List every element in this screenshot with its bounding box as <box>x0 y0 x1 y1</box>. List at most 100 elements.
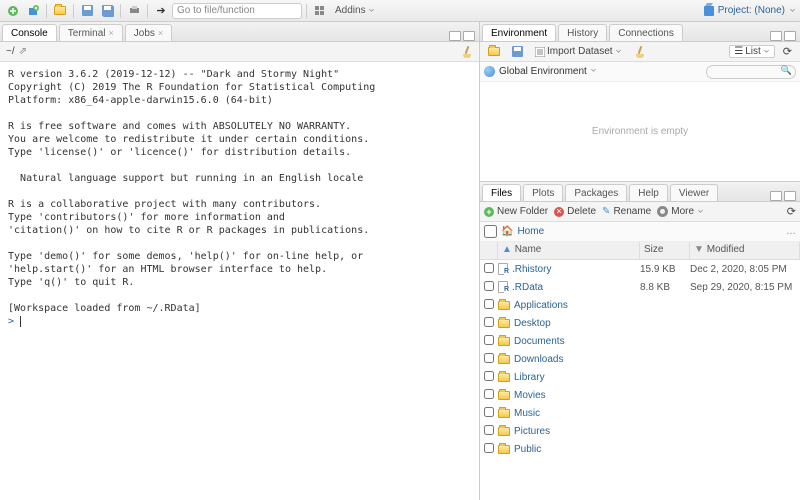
grid-icon[interactable] <box>311 3 329 19</box>
breadcrumb-home[interactable]: Home <box>517 226 544 237</box>
save-workspace-icon[interactable] <box>508 45 527 58</box>
file-name[interactable]: .RData <box>498 281 640 293</box>
goto-input[interactable]: Go to file/function <box>172 3 302 19</box>
file-checkbox[interactable] <box>484 443 494 453</box>
tab-console[interactable]: Console <box>2 24 57 41</box>
save-icon[interactable] <box>78 3 96 19</box>
minimize-pane-icon[interactable] <box>449 31 461 41</box>
print-icon[interactable] <box>125 3 143 19</box>
rename-button[interactable]: ✎Rename <box>602 206 651 217</box>
folder-icon <box>498 445 510 454</box>
save-all-icon[interactable] <box>98 3 116 19</box>
file-checkbox[interactable] <box>484 263 494 273</box>
files-toolbar: +New Folder ✕Delete ✎Rename More ⟳ <box>480 202 800 222</box>
file-name[interactable]: Applications <box>498 300 640 311</box>
more-button[interactable]: More <box>657 206 704 217</box>
env-empty-message: Environment is empty <box>480 82 800 181</box>
tab-environment[interactable]: Environment <box>482 24 556 41</box>
file-name[interactable]: Pictures <box>498 426 640 437</box>
file-name[interactable]: Desktop <box>498 318 640 329</box>
tab-plots[interactable]: Plots <box>523 184 563 201</box>
new-file-icon[interactable] <box>4 3 22 19</box>
file-row: Applications <box>480 296 800 314</box>
close-icon[interactable]: × <box>158 28 163 38</box>
file-row: .Rhistory15.9 KBDec 2, 2020, 8:05 PM <box>480 260 800 278</box>
file-checkbox[interactable] <box>484 425 494 435</box>
tab-viewer[interactable]: Viewer <box>670 184 718 201</box>
file-row: Library <box>480 368 800 386</box>
folder-icon <box>498 373 510 382</box>
goto-icon[interactable]: ➔ <box>152 3 170 19</box>
tab-packages[interactable]: Packages <box>565 184 627 201</box>
file-checkbox[interactable] <box>484 371 494 381</box>
open-file-icon[interactable] <box>51 3 69 19</box>
tab-files[interactable]: Files <box>482 184 521 201</box>
folder-icon <box>498 337 510 346</box>
delete-button[interactable]: ✕Delete <box>554 206 596 217</box>
new-project-icon[interactable] <box>24 3 42 19</box>
file-row: Pictures <box>480 422 800 440</box>
project-menu[interactable]: Project: (None) <box>704 5 796 16</box>
load-workspace-icon[interactable] <box>484 46 504 57</box>
addins-menu[interactable]: Addins <box>331 5 379 16</box>
tab-help[interactable]: Help <box>629 184 668 201</box>
more-path-icon[interactable]: … <box>786 226 796 237</box>
list-view-button[interactable]: ☰ List <box>729 45 775 58</box>
maximize-pane-icon[interactable] <box>463 31 475 41</box>
new-folder-button[interactable]: +New Folder <box>484 206 548 217</box>
env-toolbar: Import Dataset ☰ List ⟳ <box>480 42 800 62</box>
files-breadcrumb: 🏠 Home … <box>480 222 800 242</box>
select-all-checkbox[interactable] <box>484 225 497 238</box>
maximize-pane-icon[interactable] <box>784 31 796 41</box>
file-name[interactable]: Music <box>498 408 640 419</box>
file-row: Documents <box>480 332 800 350</box>
up-arrow-icon[interactable]: ▲ <box>502 244 512 255</box>
goto-placeholder: Go to file/function <box>177 5 255 16</box>
refresh-icon[interactable]: ⟳ <box>787 205 796 218</box>
file-name[interactable]: Downloads <box>498 354 640 365</box>
folder-icon <box>498 427 510 436</box>
console-path[interactable]: ~/ <box>6 46 15 57</box>
file-checkbox[interactable] <box>484 317 494 327</box>
tab-terminal[interactable]: Terminal× <box>59 24 123 41</box>
home-icon[interactable]: 🏠 <box>501 226 513 237</box>
env-search-input[interactable] <box>706 65 796 79</box>
file-row: .RData8.8 KBSep 29, 2020, 8:15 PM <box>480 278 800 296</box>
file-checkbox[interactable] <box>484 407 494 417</box>
file-name[interactable]: .Rhistory <box>498 263 640 275</box>
file-row: Public <box>480 440 800 458</box>
minimize-pane-icon[interactable] <box>770 31 782 41</box>
folder-icon <box>498 301 510 310</box>
console-output[interactable]: R version 3.6.2 (2019-12-12) -- "Dark an… <box>0 62 479 500</box>
file-checkbox[interactable] <box>484 353 494 363</box>
tab-connections[interactable]: Connections <box>609 24 683 41</box>
tab-jobs[interactable]: Jobs× <box>125 24 172 41</box>
maximize-pane-icon[interactable] <box>784 191 796 201</box>
popout-icon[interactable]: ⇗ <box>19 46 27 57</box>
file-name[interactable]: Library <box>498 372 640 383</box>
minimize-pane-icon[interactable] <box>770 191 782 201</box>
file-name[interactable]: Documents <box>498 336 640 347</box>
file-name[interactable]: Public <box>498 444 640 455</box>
clear-console-icon[interactable] <box>461 46 473 58</box>
import-dataset-button[interactable]: Import Dataset <box>531 45 626 58</box>
env-tabs: Environment History Connections <box>480 22 800 42</box>
file-modified: Sep 29, 2020, 8:15 PM <box>690 282 800 293</box>
file-checkbox[interactable] <box>484 299 494 309</box>
env-scope-bar: Global Environment <box>480 62 800 82</box>
close-icon[interactable]: × <box>109 28 114 38</box>
refresh-icon[interactable]: ⟳ <box>779 44 796 59</box>
file-name[interactable]: Movies <box>498 390 640 401</box>
separator <box>73 4 74 18</box>
console-tabs: Console Terminal× Jobs× <box>0 22 479 42</box>
file-checkbox[interactable] <box>484 389 494 399</box>
file-checkbox[interactable] <box>484 281 494 291</box>
separator <box>46 4 47 18</box>
tab-history[interactable]: History <box>558 24 607 41</box>
file-checkbox[interactable] <box>484 335 494 345</box>
clear-workspace-icon[interactable] <box>630 45 650 59</box>
env-scope-selector[interactable]: Global Environment <box>499 66 597 77</box>
console-subbar: ~/ ⇗ <box>0 42 479 62</box>
file-icon <box>498 281 508 293</box>
file-icon <box>498 263 508 275</box>
